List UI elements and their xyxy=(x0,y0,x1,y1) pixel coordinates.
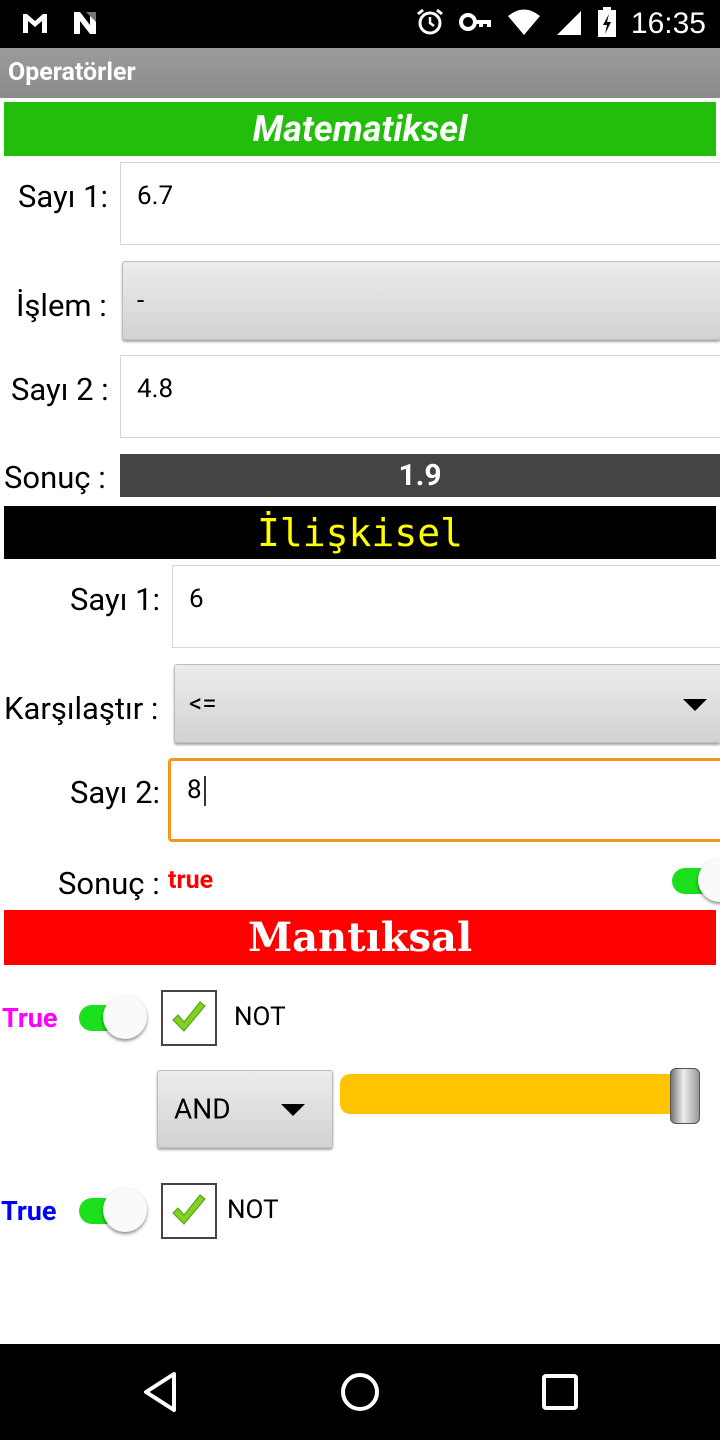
switch-thumb xyxy=(103,995,147,1039)
recents-icon[interactable] xyxy=(536,1368,584,1416)
logical-row1-not-checkbox[interactable] xyxy=(161,990,217,1046)
logical-row2-switch[interactable] xyxy=(79,1188,147,1234)
rel-num2-input[interactable]: 8 xyxy=(168,758,720,842)
math-num2-label: Sayı 2 : xyxy=(11,371,109,408)
navigation-bar xyxy=(0,1344,720,1440)
logical-slider[interactable] xyxy=(340,1068,700,1128)
switch-thumb xyxy=(103,1188,147,1232)
app-title-bar: Operatörler xyxy=(0,48,720,98)
logical-section-header: Mantıksal xyxy=(4,910,716,965)
chevron-down-icon xyxy=(281,1104,305,1116)
status-bar: 16:35 xyxy=(0,0,720,48)
rel-num2-value: 8 xyxy=(187,775,202,805)
logical-row1-not-label: NOT xyxy=(234,1002,286,1032)
logical-operator-dropdown[interactable]: AND xyxy=(157,1070,333,1148)
rel-result-switch[interactable] xyxy=(672,858,720,904)
rel-compare-label: Karşılaştır : xyxy=(4,690,159,727)
logical-row2-not-label: NOT xyxy=(227,1195,279,1225)
chevron-down-icon xyxy=(683,699,707,711)
checkmark-icon xyxy=(172,1194,206,1225)
back-icon[interactable] xyxy=(136,1368,184,1416)
gmail-icon xyxy=(20,8,50,42)
home-icon[interactable] xyxy=(336,1368,384,1416)
logical-row2-value: True xyxy=(1,1195,57,1227)
math-operation-dropdown[interactable]: - xyxy=(122,261,720,340)
logical-row2-not-checkbox[interactable] xyxy=(161,1183,217,1239)
wifi-icon xyxy=(507,7,541,41)
battery-charging-icon xyxy=(597,6,617,42)
math-result-value: 1.9 xyxy=(120,454,720,497)
clock: 16:35 xyxy=(630,7,706,40)
rel-compare-dropdown[interactable]: <= xyxy=(174,664,720,743)
math-operation-value: - xyxy=(137,285,145,316)
math-num1-label: Sayı 1: xyxy=(18,178,109,215)
checkmark-icon xyxy=(172,1001,206,1032)
rel-num1-input[interactable]: 6 xyxy=(172,565,720,648)
logical-operator-value: AND xyxy=(174,1092,231,1126)
rel-result-value: true xyxy=(168,866,214,895)
math-section-header: Matematiksel xyxy=(4,102,716,156)
math-num1-input[interactable]: 6.7 xyxy=(120,162,720,245)
text-cursor xyxy=(203,776,206,807)
rel-num1-label: Sayı 1: xyxy=(70,581,161,618)
math-num2-input[interactable]: 4.8 xyxy=(120,355,720,438)
math-result-label: Sonuç : xyxy=(4,459,106,496)
slider-thumb[interactable] xyxy=(670,1068,700,1124)
slider-track xyxy=(340,1074,690,1114)
logical-row1-switch[interactable] xyxy=(79,995,147,1041)
n-icon xyxy=(70,8,100,42)
key-icon xyxy=(458,7,493,41)
alarm-icon xyxy=(415,7,445,41)
rel-num2-label: Sayı 2: xyxy=(70,774,161,811)
math-op-label: İşlem : xyxy=(16,287,107,324)
app-title: Operatörler xyxy=(8,58,136,87)
relational-section-header: İlişkisel xyxy=(4,506,716,559)
rel-result-label: Sonuç : xyxy=(58,865,160,902)
switch-thumb xyxy=(698,858,720,902)
rel-compare-value: <= xyxy=(189,688,217,719)
logical-row1-value: True xyxy=(2,1002,58,1034)
signal-icon xyxy=(555,7,583,41)
